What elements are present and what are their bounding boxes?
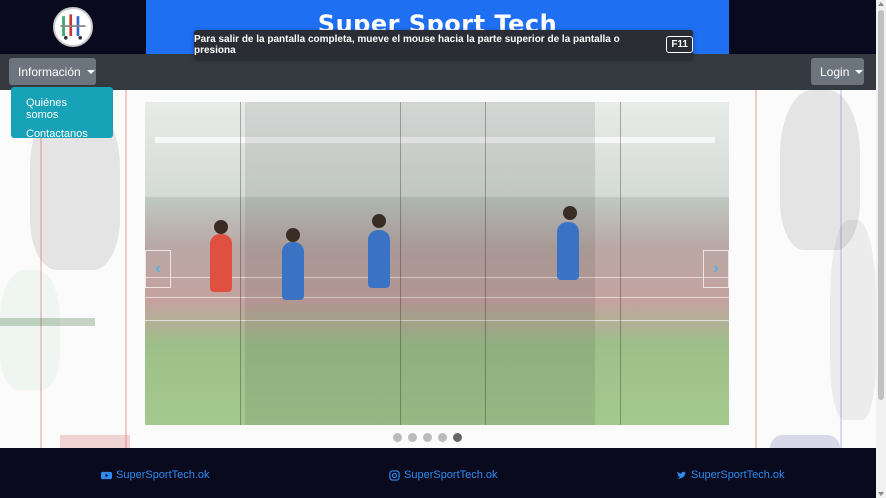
carousel-next-button[interactable]: › bbox=[703, 250, 729, 288]
hurdle-bar bbox=[0, 318, 95, 326]
hurdle-decoration bbox=[125, 90, 127, 448]
info-button-label: Información bbox=[18, 64, 81, 79]
hurdle-base bbox=[770, 435, 840, 448]
page-scrollbar[interactable] bbox=[876, 0, 886, 498]
fullscreen-notice: Para salir de la pantalla completa, muev… bbox=[194, 30, 693, 59]
caret-down-icon bbox=[855, 69, 864, 74]
hurdle-base bbox=[60, 435, 130, 448]
info-dropdown-button[interactable]: Información bbox=[9, 58, 96, 85]
fullscreen-notice-text: Para salir de la pantalla completa, muev… bbox=[194, 33, 620, 56]
navbar: Información Login bbox=[0, 54, 876, 90]
runner-figure bbox=[210, 234, 232, 292]
runner-head bbox=[214, 220, 228, 234]
carousel-indicator-dot[interactable] bbox=[408, 433, 417, 442]
carousel-indicator-dot[interactable] bbox=[453, 433, 462, 442]
youtube-icon bbox=[101, 471, 112, 479]
overlay-line bbox=[620, 102, 621, 425]
carousel-slide-image bbox=[145, 102, 729, 425]
youtube-handle: SuperSportTech.ok bbox=[116, 469, 210, 481]
trophy-logo-icon[interactable] bbox=[53, 7, 93, 47]
login-dropdown-button[interactable]: Login bbox=[811, 58, 864, 85]
footer: SuperSportTech.ok SuperSportTech.ok Supe… bbox=[0, 448, 876, 498]
silhouette-overlay bbox=[245, 102, 595, 425]
carousel-indicator-dot[interactable] bbox=[438, 433, 447, 442]
dropdown-item-quienes-somos[interactable]: Quiénes somos bbox=[11, 95, 113, 126]
scroll-down-icon[interactable] bbox=[878, 492, 884, 496]
scroll-up-icon[interactable] bbox=[878, 2, 884, 6]
twitter-handle: SuperSportTech.ok bbox=[691, 469, 785, 481]
login-button-label: Login bbox=[820, 64, 850, 79]
caret-down-icon bbox=[86, 69, 95, 74]
carousel-indicator-dot[interactable] bbox=[423, 433, 432, 442]
dropdown-item-contactanos[interactable]: Contactanos bbox=[11, 126, 113, 145]
f11-key-badge: F11 bbox=[666, 36, 693, 53]
chevron-right-icon: › bbox=[713, 260, 719, 277]
scroll-thumb[interactable] bbox=[878, 10, 884, 400]
chevron-left-icon: ‹ bbox=[155, 260, 161, 277]
hurdle-decoration bbox=[755, 90, 757, 448]
instagram-link[interactable]: SuperSportTech.ok bbox=[389, 469, 498, 481]
twitter-icon bbox=[676, 471, 687, 479]
image-carousel[interactable]: ‹ › bbox=[145, 102, 729, 425]
carousel-prev-button[interactable]: ‹ bbox=[145, 250, 171, 288]
carousel-indicators bbox=[393, 433, 462, 442]
athlete-silhouette bbox=[830, 220, 876, 420]
athlete-silhouette bbox=[0, 270, 60, 390]
overlay-line bbox=[240, 102, 241, 425]
youtube-link[interactable]: SuperSportTech.ok bbox=[101, 469, 210, 481]
info-dropdown-menu: Quiénes somos Contactanos bbox=[11, 87, 113, 140]
instagram-icon bbox=[389, 469, 400, 481]
instagram-handle: SuperSportTech.ok bbox=[404, 469, 498, 481]
carousel-indicator-dot[interactable] bbox=[393, 433, 402, 442]
hurdle-decoration bbox=[840, 90, 842, 448]
twitter-link[interactable]: SuperSportTech.ok bbox=[676, 469, 785, 481]
